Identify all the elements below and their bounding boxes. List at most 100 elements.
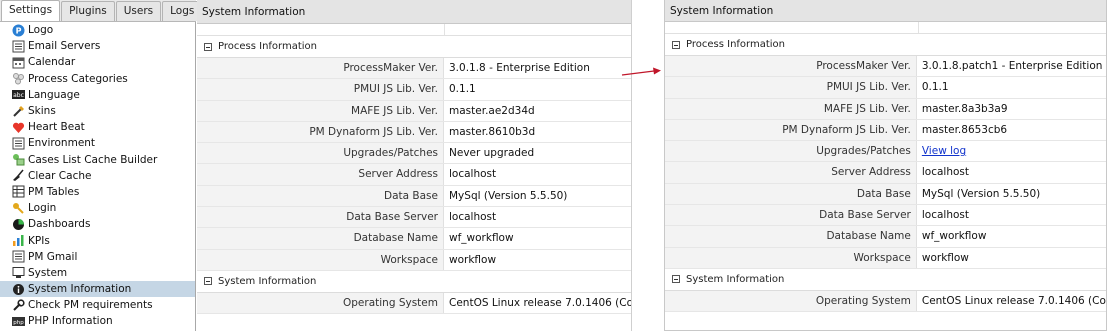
collapse-icon[interactable] [672, 275, 680, 284]
property-name: Database Name [665, 226, 917, 247]
sidebar-item-pm-tables[interactable]: PM Tables [0, 184, 195, 200]
table-row: PM Dynaform JS Lib. Ver. master.8610b3d [197, 121, 631, 144]
property-value: 3.0.1.8.patch1 - Enterprise Edition [921, 60, 1103, 72]
tab-settings[interactable]: Settings [1, 0, 61, 21]
group-label: System Information [686, 273, 785, 285]
table-row: PMUI JS Lib. Ver. 0.1.1 [197, 79, 631, 101]
property-value: 0.1.1 [449, 83, 476, 96]
sidebar-item-label: KPIs [28, 234, 50, 247]
collapse-icon[interactable] [204, 42, 212, 51]
table-row: Data Base MySql (Version 5.5.50) [665, 183, 1106, 206]
sidebar-item-check-pm-requirements[interactable]: Check PM requirements [0, 297, 195, 313]
property-name: Workspace [665, 247, 917, 268]
monitor-icon [12, 266, 25, 279]
logo-icon: P [12, 24, 25, 37]
system-information-panel: System Information Process Information P… [197, 0, 631, 331]
view-log-link[interactable]: View log [922, 145, 966, 157]
sidebar-item-cases-list-cache-builder[interactable]: Cases List Cache Builder [0, 152, 195, 168]
settings-sidebar: P Logo Email Servers Calendar Process Ca… [0, 22, 196, 331]
property-value: workflow [921, 251, 969, 264]
sidebar-item-label: PHP Information [28, 315, 113, 328]
tab-plugins[interactable]: Plugins [61, 1, 115, 21]
process-information-group[interactable]: Process Information [197, 36, 631, 58]
property-value: MySql (Version 5.5.50) [921, 187, 1041, 200]
table-row: Database Name wf_workflow [665, 226, 1106, 248]
grid-header [197, 24, 631, 36]
table-icon [12, 185, 25, 198]
sidebar-item-system-information[interactable]: System Information [0, 281, 195, 298]
sidebar-item-label: Language [28, 88, 80, 101]
sidebar-item-calendar[interactable]: Calendar [0, 54, 195, 70]
table-row: Operating System CentOS Linux release 7.0… [665, 290, 1106, 313]
property-value: CentOS Linux release 7.0.1406 (Core) [449, 296, 631, 309]
gmail-icon [12, 250, 25, 263]
language-icon: abc [12, 88, 25, 101]
collapse-icon[interactable] [204, 277, 212, 286]
collapse-icon[interactable] [672, 40, 680, 49]
property-name: Data Base [665, 183, 917, 205]
tab-users[interactable]: Users [115, 1, 162, 21]
sidebar-item-heart-beat[interactable]: Heart Beat [0, 119, 195, 135]
property-value: 3.0.1.8 - Enterprise Edition [449, 62, 590, 74]
sidebar-item-label: PM Gmail [28, 250, 78, 263]
sidebar-item-label: Logo [28, 24, 54, 37]
property-name: PM Dynaform JS Lib. Ver. [665, 119, 917, 141]
sidebar-item-label: Login [28, 202, 57, 215]
sidebar-item-environment[interactable]: Environment [0, 135, 195, 151]
property-name: ProcessMaker Ver. [665, 56, 917, 77]
property-value: wf_workflow [449, 232, 514, 245]
sidebar-item-logo[interactable]: P Logo [0, 22, 195, 38]
table-row: ProcessMaker Ver. 3.0.1.8.patch1 - Enterp… [665, 56, 1106, 78]
dashboard-icon [12, 218, 25, 231]
property-name: PM Dynaform JS Lib. Ver. [197, 121, 444, 143]
table-row: Data Base Server localhost [665, 205, 1106, 227]
group-label: Process Information [686, 39, 785, 50]
sidebar-item-system[interactable]: System [0, 265, 195, 281]
system-information-group[interactable]: System Information [665, 268, 1106, 291]
group-label: Process Information [218, 41, 317, 52]
sidebar-item-label: Environment [28, 137, 96, 150]
system-information-group[interactable]: System Information [197, 270, 631, 293]
property-value: localhost [921, 209, 969, 222]
environment-icon [12, 137, 25, 150]
process-categories-icon [12, 72, 25, 85]
table-row: MAFE JS Lib. Ver. master.ae2d34d [197, 100, 631, 122]
sidebar-item-kpis[interactable]: KPIs [0, 232, 195, 248]
property-value: workflow [449, 253, 497, 266]
property-value: localhost [449, 168, 497, 181]
sidebar-item-label: Dashboards [28, 218, 91, 231]
kpi-icon [12, 234, 25, 247]
process-information-group[interactable]: Process Information [665, 34, 1106, 56]
table-row: MAFE JS Lib. Ver. master.8a3b3a9 [665, 98, 1106, 120]
property-name: Data Base [197, 185, 444, 207]
after-screenshot: System Information Process Information P… [664, 0, 1107, 331]
table-row: Operating System CentOS Linux release 7.0… [197, 292, 631, 315]
sidebar-item-label: Email Servers [28, 40, 101, 53]
property-name: ProcessMaker Ver. [197, 58, 444, 79]
sidebar-item-skins[interactable]: Skins [0, 103, 195, 119]
property-name: MAFE JS Lib. Ver. [197, 100, 444, 121]
sidebar-item-label: PM Tables [28, 185, 80, 198]
sidebar-item-label: Skins [28, 105, 56, 118]
property-value: master.8653cb6 [921, 123, 1008, 136]
sidebar-item-label: Cases List Cache Builder [28, 153, 158, 166]
sidebar-item-language[interactable]: abc Language [0, 87, 195, 103]
grid-header [665, 22, 1106, 34]
property-name: Data Base Server [665, 205, 917, 226]
property-value: master.8610b3d [449, 125, 536, 138]
sidebar-item-clear-cache[interactable]: Clear Cache [0, 168, 195, 184]
calendar-icon [12, 56, 25, 69]
sidebar-item-dashboards[interactable]: Dashboards [0, 216, 195, 232]
sidebar-item-process-categories[interactable]: Process Categories [0, 71, 195, 87]
sidebar-item-label: Clear Cache [28, 169, 92, 182]
php-icon: php [12, 315, 25, 328]
sidebar-item-login[interactable]: Login [0, 200, 195, 216]
sidebar-item-pm-gmail[interactable]: PM Gmail [0, 249, 195, 265]
property-value: wf_workflow [921, 230, 987, 243]
cache-builder-icon [12, 153, 25, 166]
sidebar-item-label: Calendar [28, 56, 76, 69]
sidebar-item-email-servers[interactable]: Email Servers [0, 38, 195, 54]
sidebar-item-php-information[interactable]: php PHP Information [0, 313, 195, 329]
property-value: 0.1.1 [921, 81, 949, 94]
property-value: View log [917, 141, 1106, 161]
